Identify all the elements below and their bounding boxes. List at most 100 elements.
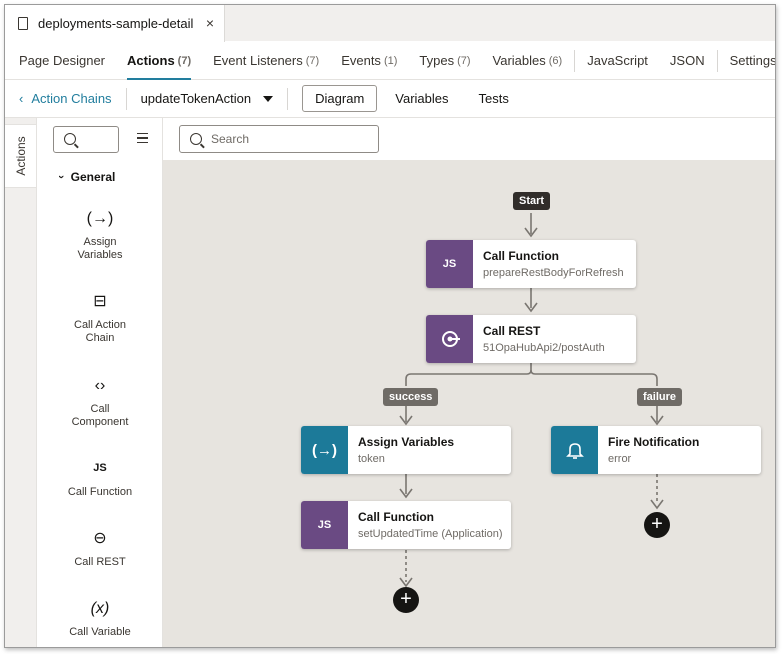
tab-label: Settings	[729, 53, 776, 68]
add-action-button[interactable]: +	[393, 587, 419, 613]
action-chain-select[interactable]: updateTokenAction	[141, 91, 274, 106]
palette-item-label: Call Component	[71, 403, 129, 428]
palette-group-general[interactable]: › General	[55, 170, 116, 184]
variable-icon: (x)	[90, 599, 110, 617]
bell-glyph	[565, 443, 584, 459]
tab-event-listeners[interactable]: Event Listeners (7)	[213, 42, 319, 80]
node-subtitle: 51OpaHubApi2/postAuth	[483, 342, 605, 354]
palette-item-label: Call Variable	[69, 626, 131, 638]
designer-tabs: Page Designer Actions (7) Event Listeners…	[5, 42, 775, 80]
badge-text: JS	[317, 519, 332, 531]
tab-label: Page Designer	[19, 53, 105, 68]
node-title: Fire Notification	[608, 435, 700, 449]
tab-javascript[interactable]: JavaScript	[574, 49, 648, 72]
caret-down-icon	[263, 95, 274, 102]
action-chain-name: updateTokenAction	[140, 91, 252, 106]
success-branch-label: success	[383, 388, 439, 406]
palette-item-label: Call Action Chain	[74, 319, 126, 344]
diagram-connectors	[399, 213, 664, 588]
tab-label: JSON	[669, 53, 705, 68]
js-icon: JS	[301, 501, 348, 549]
document-icon	[18, 17, 28, 30]
back-link-label: Action Chains	[31, 91, 112, 106]
tab-label: Types	[419, 53, 455, 68]
failure-branch-label: failure	[637, 388, 683, 406]
palette-item-assign-variables[interactable]: (→) Assign Variables	[37, 206, 163, 262]
node-subtitle: error	[608, 453, 632, 465]
actions-palette: › General (→) Assign Variables ⊟ Call Ac…	[37, 118, 163, 647]
menu-icon[interactable]	[137, 133, 148, 143]
assign-variables-icon: (→)	[86, 209, 114, 227]
divider	[287, 87, 289, 110]
palette-item-call-variable[interactable]: (x) Call Variable	[37, 596, 163, 639]
palette-item-call-function[interactable]: JS Call Function	[37, 456, 163, 499]
node-title: Call Function	[483, 249, 559, 263]
search-placeholder: Search	[211, 132, 250, 146]
add-action-button[interactable]: +	[644, 512, 670, 538]
node-call-function-settime[interactable]: JS Call Function setUpdatedTime (Applica…	[301, 501, 511, 549]
node-title: Call Function	[358, 510, 434, 524]
search-icon	[190, 133, 202, 145]
node-fire-notification[interactable]: Fire Notification error	[551, 426, 761, 474]
close-icon[interactable]: ×	[206, 15, 214, 31]
divider	[125, 87, 127, 110]
search-icon	[64, 133, 76, 145]
palette-item-label: Call REST	[74, 556, 126, 568]
assign-variables-icon: (→)	[301, 426, 348, 474]
badge-text: JS	[442, 258, 457, 270]
diagram-search-input[interactable]: Search	[179, 125, 379, 153]
tab-json[interactable]: JSON	[670, 42, 705, 80]
palette-item-call-action-chain[interactable]: ⊟ Call Action Chain	[37, 289, 163, 345]
chain-toolbar: ‹ Action Chains updateTokenAction Diagra…	[5, 80, 775, 118]
side-tab-label: Actions	[13, 136, 28, 176]
palette-search-input[interactable]	[53, 126, 119, 153]
palette-item-call-rest[interactable]: ⊖ Call REST	[37, 526, 163, 569]
group-label: General	[70, 170, 116, 184]
tab-count: (7)	[305, 54, 320, 67]
tab-count: (1)	[383, 54, 398, 67]
view-tab-variables[interactable]: Variables	[383, 86, 460, 111]
action-chain-icon: ⊟	[93, 292, 107, 310]
tab-types[interactable]: Types (7)	[419, 42, 470, 80]
rest-icon	[426, 315, 473, 363]
tab-page-designer[interactable]: Page Designer	[19, 42, 105, 80]
tab-label: Actions	[127, 53, 175, 68]
tab-label: Event Listeners	[213, 53, 303, 68]
back-to-action-chains-link[interactable]: ‹ Action Chains	[19, 91, 112, 106]
tab-label: JavaScript	[587, 53, 648, 68]
bell-icon	[551, 426, 598, 474]
rest-icon: ⊖	[93, 529, 107, 547]
palette-item-label: Assign Variables	[77, 236, 123, 261]
file-tab-title: deployments-sample-detail	[38, 16, 194, 31]
tab-count: (7)	[177, 54, 192, 67]
file-tab[interactable]: deployments-sample-detail ×	[5, 5, 225, 42]
node-call-function-prepare[interactable]: JS Call Function prepareRestBodyForRefre…	[426, 240, 636, 288]
view-tab-diagram[interactable]: Diagram	[302, 85, 378, 112]
canvas-toolbar: Search	[163, 118, 775, 160]
tab-actions[interactable]: Actions (7)	[127, 42, 192, 80]
view-tab-tests[interactable]: Tests	[467, 86, 521, 111]
node-title: Assign Variables	[358, 435, 455, 449]
tab-settings[interactable]: Settings	[716, 49, 776, 72]
node-call-rest[interactable]: Call REST 51OpaHubApi2/postAuth	[426, 315, 636, 363]
chevron-down-icon: ›	[54, 175, 67, 179]
js-icon: JS	[426, 240, 473, 288]
component-icon: ‹›	[94, 376, 106, 394]
node-subtitle: setUpdatedTime (Application)	[358, 528, 503, 540]
node-subtitle: prepareRestBodyForRefresh	[483, 267, 624, 279]
side-tab-actions[interactable]: Actions	[5, 124, 37, 188]
chevron-left-icon: ‹	[19, 91, 24, 106]
tab-label: Variables	[492, 53, 546, 68]
palette-item-call-component[interactable]: ‹› Call Component	[37, 373, 163, 429]
tab-variables[interactable]: Variables (6)	[493, 42, 563, 80]
tab-events[interactable]: Events (1)	[341, 42, 397, 80]
tab-count: (6)	[548, 54, 563, 67]
node-assign-variables[interactable]: (→) Assign Variables token	[301, 426, 511, 474]
rest-glyph	[441, 331, 460, 347]
diagram-canvas[interactable]: Start JS Call Function prepareRestBodyFo…	[163, 160, 775, 647]
palette-item-label: Call Function	[67, 486, 133, 498]
node-title: Call REST	[483, 324, 541, 338]
js-icon: JS	[93, 461, 107, 474]
node-subtitle: token	[358, 453, 385, 465]
app-window: deployments-sample-detail × Page Designe…	[4, 4, 776, 648]
